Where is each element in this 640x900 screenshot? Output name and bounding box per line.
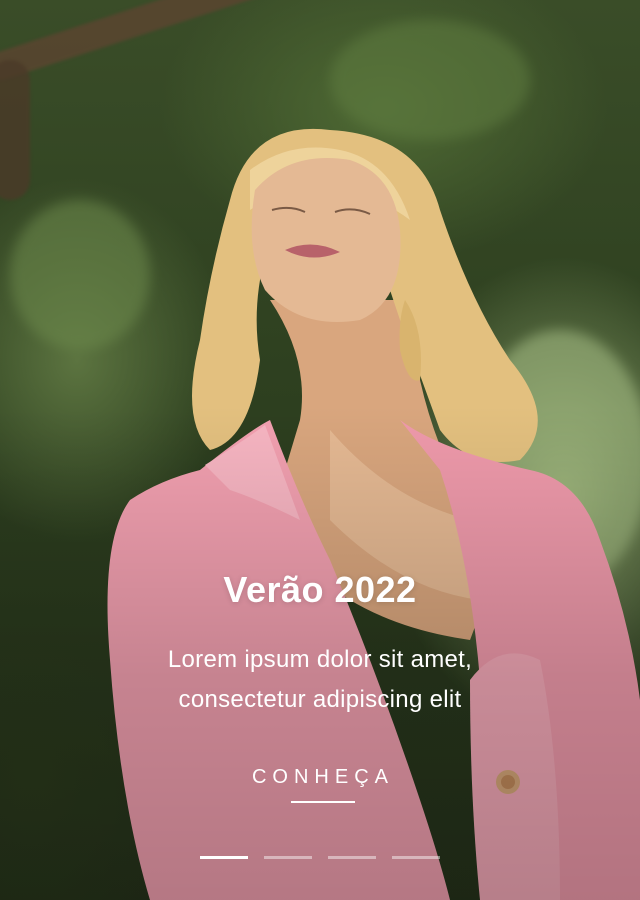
hero-banner: Verão 2022 Lorem ipsum dolor sit amet, c… <box>0 0 640 900</box>
carousel-dot-2[interactable] <box>264 856 312 859</box>
carousel-dot-1[interactable] <box>200 856 248 859</box>
conheca-link[interactable]: CONHEÇA <box>246 766 394 803</box>
hero-title: Verão 2022 <box>223 569 417 610</box>
hero-subtitle-line-1: Lorem ipsum dolor sit amet, <box>167 646 473 673</box>
hero-subtitle: Lorem ipsum dolor sit amet, consectetur … <box>0 640 640 720</box>
hero-content: Verão 2022 Lorem ipsum dolor sit amet, c… <box>0 562 640 803</box>
cta-underline <box>290 801 355 803</box>
carousel-dot-4[interactable] <box>392 856 440 859</box>
carousel-indicators <box>200 856 440 859</box>
hero-subtitle-line-2: consectetur adipiscing elit <box>178 686 462 713</box>
carousel-dot-3[interactable] <box>328 856 376 859</box>
conheca-label: CONHEÇA <box>251 766 394 788</box>
